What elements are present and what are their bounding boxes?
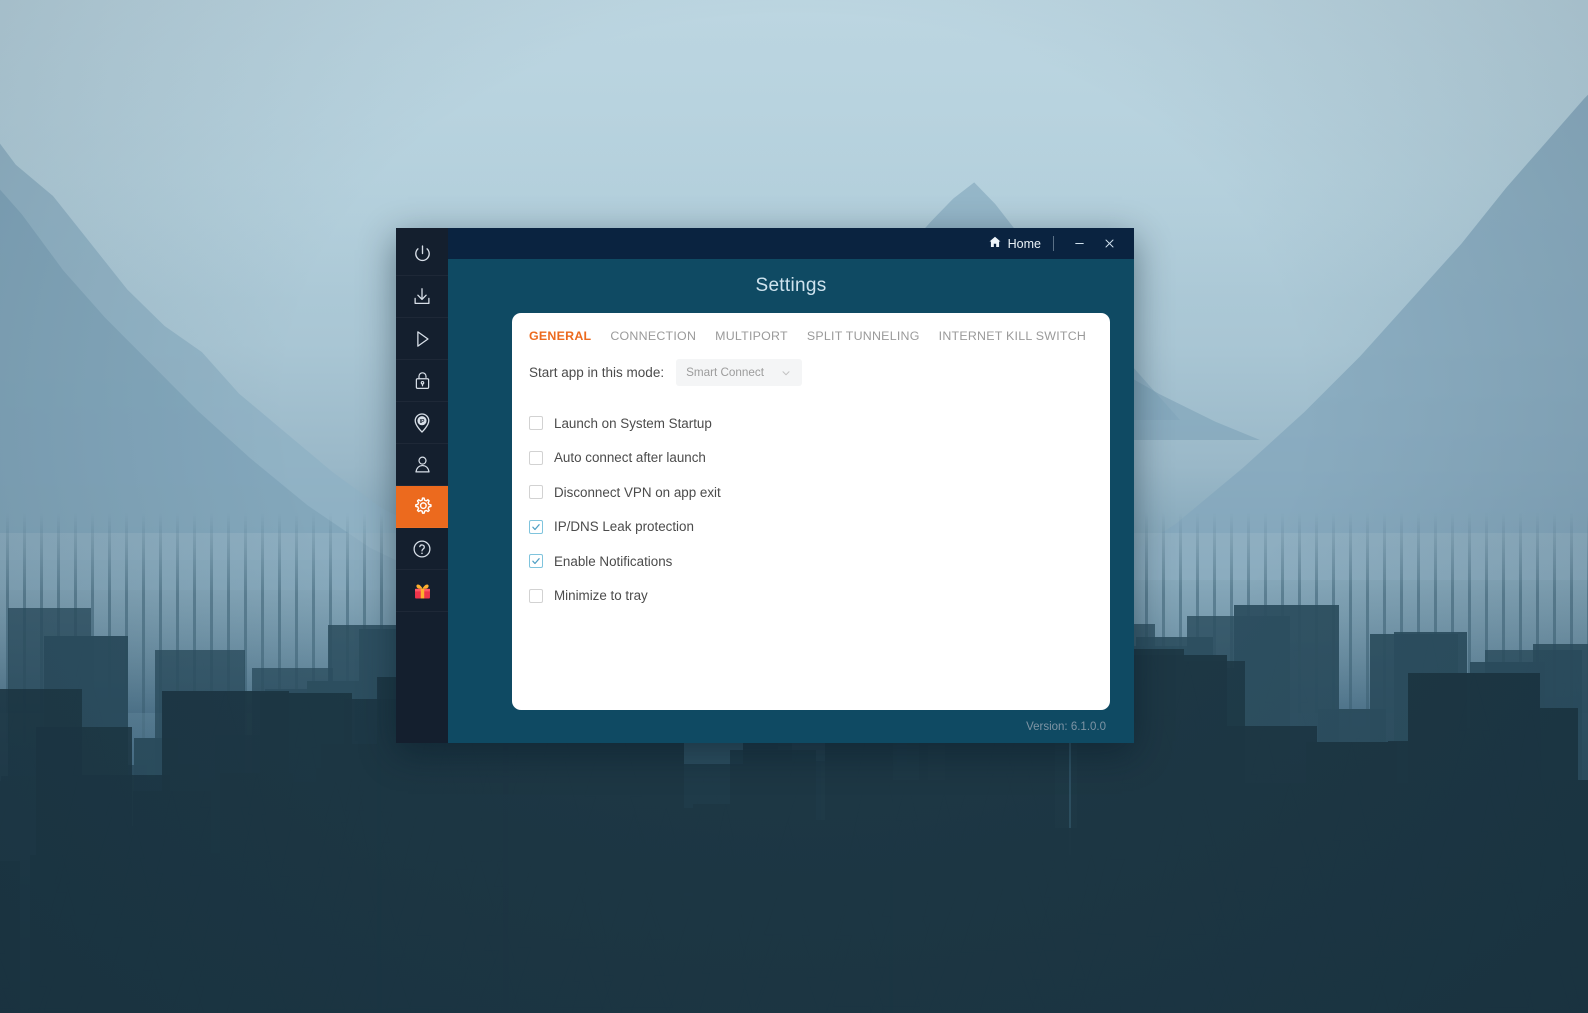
tab-split-tunneling[interactable]: SPLIT TUNNELING xyxy=(807,329,920,343)
tab-connection[interactable]: CONNECTION xyxy=(610,329,696,343)
start-mode-value: Smart Connect xyxy=(686,366,765,379)
option-row[interactable]: Auto connect after launch xyxy=(529,441,1093,476)
gear-icon xyxy=(411,495,434,518)
tab-internet-kill-switch[interactable]: INTERNET KILL SWITCH xyxy=(939,329,1087,343)
sidebar-item-dedicated-ip[interactable]: IP xyxy=(396,402,448,444)
ip-pin-icon: IP xyxy=(411,412,433,434)
option-label: Enable Notifications xyxy=(554,553,673,569)
power-icon xyxy=(411,243,434,266)
minimize-button[interactable] xyxy=(1064,232,1094,256)
version-label: Version: 6.1.0.0 xyxy=(1026,720,1106,733)
question-icon xyxy=(411,538,433,560)
checkbox-unchecked-icon[interactable] xyxy=(529,450,543,465)
close-icon xyxy=(1103,237,1116,250)
sidebar-item-settings[interactable] xyxy=(396,486,448,528)
sidebar-item-account[interactable] xyxy=(396,444,448,486)
close-button[interactable] xyxy=(1094,232,1124,256)
checkbox-checked-icon[interactable] xyxy=(529,554,543,569)
option-label: Minimize to tray xyxy=(554,588,648,604)
start-mode-label: Start app in this mode: xyxy=(529,365,665,380)
checkbox-unchecked-icon[interactable] xyxy=(529,416,543,431)
play-triangle-icon xyxy=(411,328,433,350)
option-label: Launch on System Startup xyxy=(554,415,712,431)
download-icon xyxy=(411,286,433,308)
option-row[interactable]: Launch on System Startup xyxy=(529,406,1093,441)
checkbox-checked-icon[interactable] xyxy=(529,519,543,534)
start-mode-row: Start app in this mode: Smart Connect xyxy=(512,359,1110,386)
settings-card: GENERAL CONNECTION MULTIPORT SPLIT TUNNELIN… xyxy=(512,313,1110,710)
options-list: Launch on System Startup Auto connect aft… xyxy=(512,406,1110,613)
option-label: Disconnect VPN on app exit xyxy=(554,484,721,500)
sidebar-item-security[interactable] xyxy=(396,360,448,402)
window-content: Home Settings GENERAL CONNECTION MULTIPO… xyxy=(448,228,1134,743)
tab-general[interactable]: GENERAL xyxy=(529,329,591,343)
checkbox-unchecked-icon[interactable] xyxy=(529,485,543,500)
home-button[interactable]: Home xyxy=(984,233,1049,254)
mountain-ridge-right xyxy=(1058,64,1588,580)
minimize-icon xyxy=(1073,237,1086,250)
vpn-app-window: IP Home Settings GENERAL CONNECTION MULT… xyxy=(396,228,1134,743)
tab-multiport[interactable]: MULTIPORT xyxy=(715,329,788,343)
sidebar: IP xyxy=(396,228,448,743)
chevron-down-icon xyxy=(780,367,792,379)
titlebar-divider xyxy=(1053,236,1054,251)
sidebar-item-help[interactable] xyxy=(396,528,448,570)
option-label: Auto connect after launch xyxy=(554,450,706,466)
sidebar-item-download[interactable] xyxy=(396,276,448,318)
desktop-wallpaper: IP Home Settings GENERAL CONNECTION MULT… xyxy=(0,0,1588,1013)
tab-bar: GENERAL CONNECTION MULTIPORT SPLIT TUNNELIN… xyxy=(512,329,1110,343)
option-row[interactable]: IP/DNS Leak protection xyxy=(529,510,1093,545)
page-title: Settings xyxy=(755,275,827,296)
sidebar-item-power[interactable] xyxy=(396,234,448,276)
checkbox-unchecked-icon[interactable] xyxy=(529,588,543,603)
user-icon xyxy=(412,454,433,475)
option-label: IP/DNS Leak protection xyxy=(554,519,694,535)
house-icon xyxy=(988,235,1002,252)
option-row[interactable]: Minimize to tray xyxy=(529,579,1093,614)
gift-icon xyxy=(411,579,434,602)
start-mode-dropdown[interactable]: Smart Connect xyxy=(676,359,803,386)
home-label: Home xyxy=(1007,236,1041,251)
option-row[interactable]: Disconnect VPN on app exit xyxy=(529,475,1093,510)
svg-text:IP: IP xyxy=(420,419,425,425)
titlebar: Home xyxy=(448,228,1134,259)
option-row[interactable]: Enable Notifications xyxy=(529,544,1093,579)
lock-icon xyxy=(412,370,433,391)
sidebar-item-stream[interactable] xyxy=(396,318,448,360)
sidebar-item-offers[interactable] xyxy=(396,570,448,612)
